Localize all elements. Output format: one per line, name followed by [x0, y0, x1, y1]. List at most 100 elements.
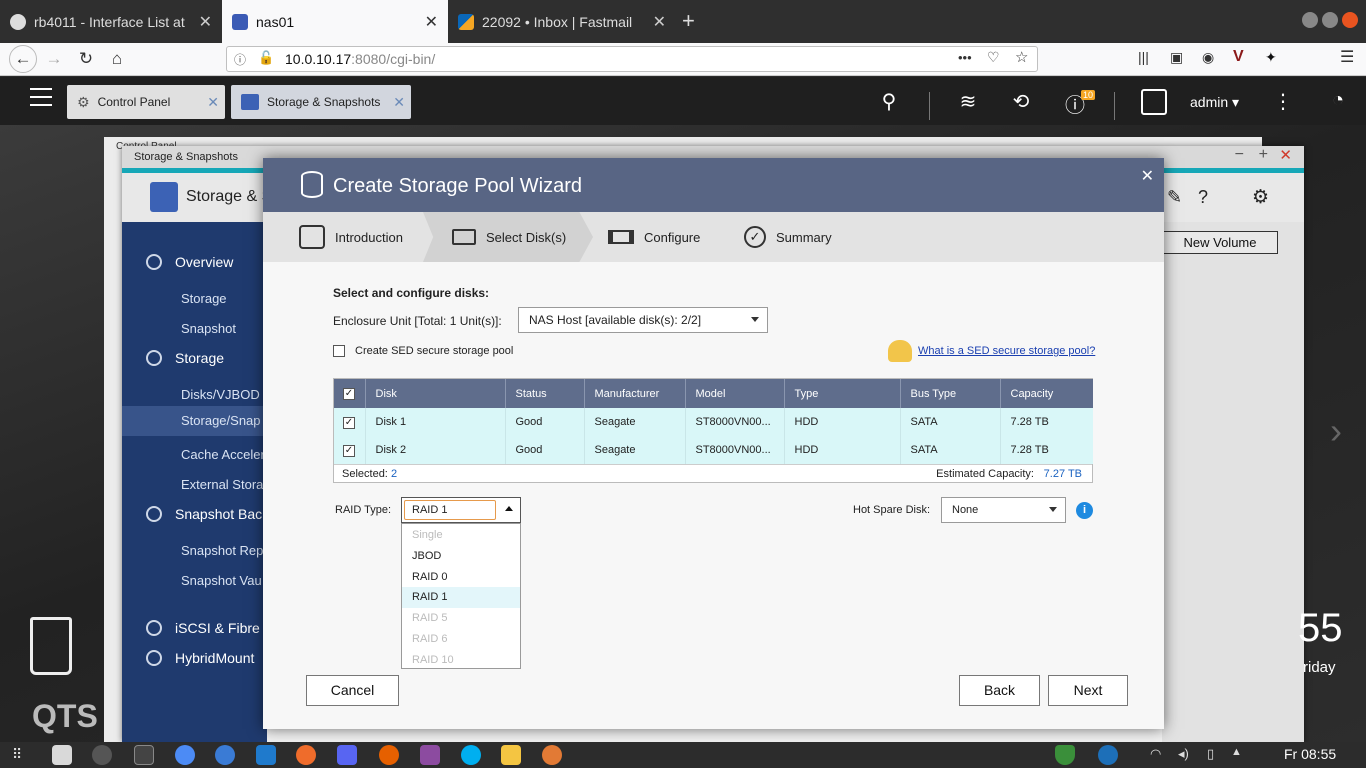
sidebar-item[interactable]: Overview: [122, 250, 267, 274]
sidebar-item[interactable]: Storage: [122, 284, 267, 314]
page-actions-icon[interactable]: •••: [958, 50, 972, 65]
more-options-icon[interactable]: ⋮: [1272, 89, 1294, 114]
close-icon[interactable]: ✕: [1141, 166, 1154, 186]
column-header[interactable]: Status: [505, 379, 585, 408]
sidebar-item[interactable]: Cache Acceler: [122, 440, 267, 470]
info-icon[interactable]: i: [1076, 502, 1093, 519]
row-checkbox[interactable]: ✓: [343, 444, 355, 457]
notes-icon[interactable]: [501, 745, 521, 765]
close-tab-icon[interactable]: ✕: [199, 12, 212, 32]
hp-icon[interactable]: [1098, 745, 1118, 765]
dashboard-icon[interactable]: ◔: [1324, 89, 1352, 112]
vivaldi-extension-icon[interactable]: V: [1233, 48, 1244, 66]
skype-icon[interactable]: [461, 745, 481, 765]
video-icon[interactable]: [420, 745, 440, 765]
sidebar-item[interactable]: Snapshot Rep: [122, 536, 267, 566]
raid-option[interactable]: JBOD: [402, 546, 520, 567]
home-icon[interactable]: ⌂: [106, 48, 128, 70]
column-header[interactable]: Model: [685, 379, 785, 408]
trash-icon[interactable]: [30, 617, 72, 675]
firefox-icon[interactable]: [379, 745, 399, 765]
raid-type-select[interactable]: RAID 1: [401, 497, 521, 523]
external-device-icon[interactable]: ⟲: [1008, 89, 1034, 114]
search-icon[interactable]: ⚲: [876, 89, 902, 114]
close-tab-icon[interactable]: ✕: [393, 94, 405, 111]
app-icon[interactable]: [296, 745, 316, 765]
close-icon[interactable]: ✕: [1279, 146, 1292, 164]
extension-icon[interactable]: ✦: [1265, 49, 1277, 66]
column-header[interactable]: Type: [784, 379, 901, 408]
close-window-icon[interactable]: [1342, 12, 1358, 28]
enclosure-select[interactable]: NAS Host [available disk(s): 2/2]: [518, 307, 768, 333]
qts-tab-control-panel[interactable]: ⚙ Control Panel ✕: [67, 85, 225, 119]
close-tab-icon[interactable]: ✕: [425, 12, 438, 32]
minimize-icon[interactable]: −: [1235, 146, 1244, 164]
account-icon[interactable]: ◉: [1202, 49, 1214, 66]
chrome-icon[interactable]: [175, 745, 195, 765]
column-header[interactable]: Disk: [365, 379, 506, 408]
shield-icon[interactable]: [1055, 745, 1075, 765]
settings-gear-icon[interactable]: ⚙: [1252, 186, 1269, 209]
sidebar-icon[interactable]: ▣: [1170, 49, 1183, 66]
pocket-icon[interactable]: ♡: [987, 49, 1000, 66]
next-button[interactable]: Next: [1048, 675, 1128, 706]
table-row[interactable]: ✓ Disk 1 Good Seagate ST8000VN00... HDD SATA 7.…: [334, 408, 1093, 436]
sidebar-item[interactable]: Snapshot Bac: [122, 502, 267, 526]
volume-icon[interactable]: ◂): [1178, 746, 1189, 762]
table-row[interactable]: ✓ Disk 2 Good Seagate ST8000VN00... HDD SATA 7.…: [334, 436, 1093, 464]
reload-icon[interactable]: ↻: [75, 48, 97, 70]
bookmark-star-icon[interactable]: ☆: [1015, 48, 1028, 66]
maximize-icon[interactable]: [1322, 12, 1338, 28]
forward-arrow-icon[interactable]: →: [43, 48, 65, 70]
sed-checkbox[interactable]: [333, 345, 345, 357]
sed-help-link[interactable]: What is a SED secure storage pool?: [918, 345, 1095, 357]
new-volume-button[interactable]: New Volume: [1162, 231, 1278, 254]
insecure-lock-icon[interactable]: 🔓: [258, 50, 274, 66]
raid-option[interactable]: RAID 0: [402, 567, 520, 588]
keepass-icon[interactable]: [92, 745, 112, 765]
help-icon[interactable]: ?: [1198, 187, 1208, 208]
close-tab-icon[interactable]: ✕: [653, 12, 666, 32]
sidebar-item[interactable]: Storage: [122, 346, 267, 370]
maximize-icon[interactable]: +: [1259, 146, 1268, 164]
column-header[interactable]: Bus Type: [900, 379, 1001, 408]
settings-icon[interactable]: [542, 745, 562, 765]
taskbar-clock[interactable]: Fr 08:55: [1284, 746, 1336, 762]
sidebar-item[interactable]: Snapshot: [122, 314, 267, 344]
apps-grid-icon[interactable]: ⠿: [12, 746, 22, 763]
vscode-icon[interactable]: [256, 745, 276, 765]
tray-expand-icon[interactable]: ▲: [1231, 746, 1242, 758]
browser-tab-rb4011[interactable]: rb4011 - Interface List at ✕: [0, 0, 222, 43]
info-icon[interactable]: ⓘ: [234, 51, 246, 68]
new-tab-icon[interactable]: +: [682, 8, 695, 34]
row-checkbox[interactable]: ✓: [343, 416, 355, 429]
raid-option[interactable]: RAID 1: [402, 587, 520, 609]
menu-icon[interactable]: ☰: [1340, 47, 1354, 67]
main-menu-icon[interactable]: [30, 88, 52, 106]
sidebar-item[interactable]: HybridMount: [122, 646, 267, 670]
browser-tab-nas01[interactable]: nas01 ✕: [222, 0, 448, 43]
user-menu[interactable]: admin ▾: [1190, 94, 1239, 111]
minimize-icon[interactable]: [1302, 12, 1318, 28]
column-header[interactable]: Capacity: [1000, 379, 1093, 408]
tools-icon[interactable]: ✎: [1167, 187, 1182, 208]
user-avatar-icon[interactable]: [1141, 89, 1167, 115]
clipboard-icon[interactable]: ▯: [1207, 746, 1214, 762]
background-tasks-icon[interactable]: ≋: [955, 89, 981, 114]
hot-spare-select[interactable]: None: [941, 497, 1066, 523]
app-icon[interactable]: [215, 745, 235, 765]
cancel-button[interactable]: Cancel: [306, 675, 399, 706]
sidebar-item[interactable]: External Stora: [122, 470, 267, 500]
url-bar[interactable]: 10.0.10.17:8080/cgi-bin/: [226, 46, 1038, 72]
wifi-icon[interactable]: ◠: [1150, 746, 1161, 762]
library-icon[interactable]: |||: [1138, 49, 1149, 65]
column-header[interactable]: Manufacturer: [584, 379, 686, 408]
close-tab-icon[interactable]: ✕: [207, 94, 219, 111]
discord-icon[interactable]: [337, 745, 357, 765]
back-button[interactable]: Back: [959, 675, 1040, 706]
browser-tab-fastmail[interactable]: 22092 • Inbox | Fastmail ✕: [448, 0, 676, 43]
chevron-right-icon[interactable]: ›: [1330, 410, 1342, 452]
sidebar-item[interactable]: iSCSI & Fibre: [122, 616, 267, 640]
select-all-checkbox[interactable]: ✓: [343, 388, 355, 400]
sidebar-item[interactable]: Snapshot Vau: [122, 566, 267, 596]
